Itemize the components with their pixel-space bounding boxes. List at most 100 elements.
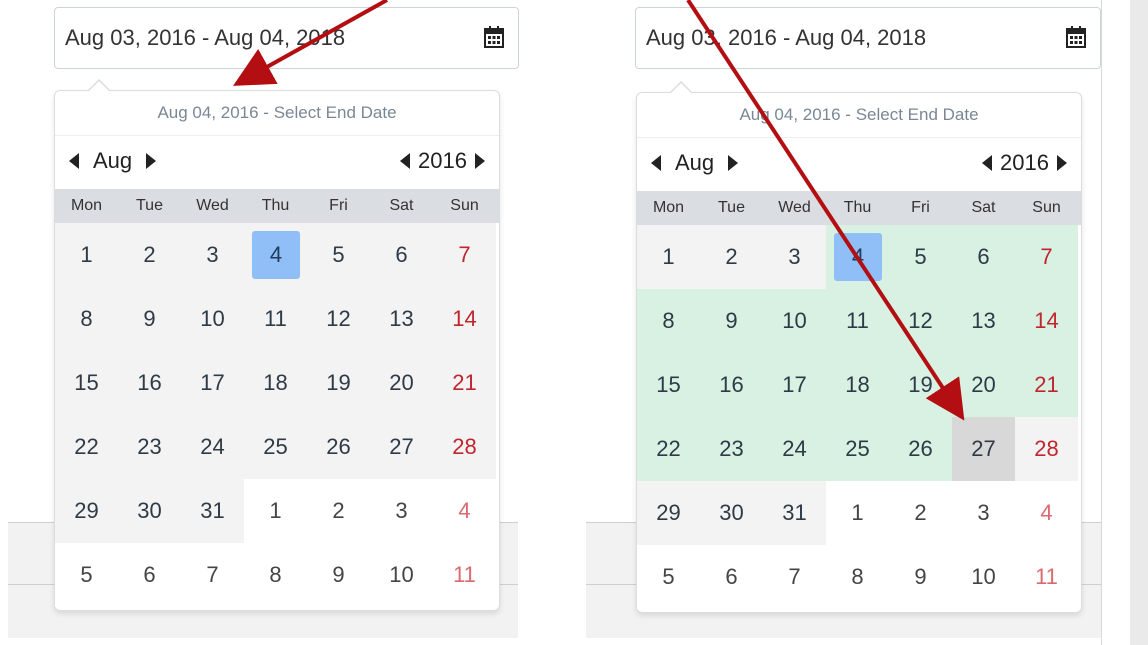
day-cell[interactable]: 27 (370, 415, 433, 479)
day-cell[interactable]: 5 (307, 223, 370, 287)
day-cell[interactable]: 3 (952, 481, 1015, 545)
day-cell[interactable]: 28 (433, 415, 496, 479)
day-cell[interactable]: 1 (637, 225, 700, 289)
day-cell[interactable]: 23 (118, 415, 181, 479)
scrollbar-track[interactable] (1130, 0, 1148, 645)
day-cell[interactable]: 10 (370, 543, 433, 607)
day-cell[interactable]: 14 (433, 287, 496, 351)
day-cell[interactable]: 9 (307, 543, 370, 607)
day-cell[interactable]: 6 (700, 545, 763, 609)
day-cell[interactable]: 19 (307, 351, 370, 415)
day-cell[interactable]: 5 (889, 225, 952, 289)
day-cell[interactable]: 19 (889, 353, 952, 417)
day-cell[interactable]: 26 (889, 417, 952, 481)
date-range-field-left[interactable] (65, 8, 465, 68)
day-cell[interactable]: 13 (370, 287, 433, 351)
day-cell[interactable]: 9 (889, 545, 952, 609)
selected-start-day[interactable]: 4 (834, 233, 882, 281)
day-cell[interactable]: 1 (244, 479, 307, 543)
day-cell[interactable]: 24 (181, 415, 244, 479)
next-month-arrow-icon[interactable] (728, 155, 739, 171)
day-cell[interactable]: 3 (181, 223, 244, 287)
day-cell[interactable]: 7 (433, 223, 496, 287)
day-cell[interactable]: 18 (244, 351, 307, 415)
day-cell[interactable]: 15 (55, 351, 118, 415)
year-label[interactable]: 2016 (1000, 143, 1049, 183)
day-cell[interactable]: 1 (55, 223, 118, 287)
day-cell[interactable]: 23 (700, 417, 763, 481)
day-cell[interactable]: 30 (118, 479, 181, 543)
day-cell[interactable]: 6 (952, 225, 1015, 289)
day-cell[interactable]: 11 (433, 543, 496, 607)
next-month-arrow-icon[interactable] (146, 153, 157, 169)
day-cell[interactable]: 4 (433, 479, 496, 543)
day-cell[interactable]: 11 (826, 289, 889, 353)
day-cell[interactable]: 11 (244, 287, 307, 351)
day-cell[interactable]: 4 (1015, 481, 1078, 545)
prev-month-arrow-icon[interactable] (651, 155, 661, 171)
day-cell[interactable]: 25 (244, 415, 307, 479)
day-cell[interactable]: 25 (826, 417, 889, 481)
date-range-input-left[interactable] (54, 7, 519, 69)
day-cell[interactable]: 24 (763, 417, 826, 481)
day-cell[interactable]: 6 (118, 543, 181, 607)
day-cell[interactable]: 7 (181, 543, 244, 607)
day-cell[interactable]: 28 (1015, 417, 1078, 481)
day-cell[interactable]: 31 (181, 479, 244, 543)
day-cell[interactable]: 21 (1015, 353, 1078, 417)
day-cell[interactable]: 9 (118, 287, 181, 351)
prev-year-arrow-icon[interactable] (982, 155, 993, 171)
date-range-input-right[interactable] (635, 7, 1101, 69)
day-cell[interactable]: 16 (700, 353, 763, 417)
day-cell[interactable]: 22 (55, 415, 118, 479)
month-label[interactable]: Aug (675, 143, 714, 183)
day-cell[interactable]: 29 (55, 479, 118, 543)
day-cell[interactable]: 3 (763, 225, 826, 289)
day-cell[interactable]: 9 (700, 289, 763, 353)
calendar-icon[interactable] (1066, 26, 1086, 48)
day-cell[interactable]: 4 (244, 223, 307, 287)
day-cell[interactable]: 7 (1015, 225, 1078, 289)
day-cell[interactable]: 10 (952, 545, 1015, 609)
day-cell[interactable]: 10 (763, 289, 826, 353)
day-cell[interactable]: 2 (307, 479, 370, 543)
day-cell[interactable]: 26 (307, 415, 370, 479)
day-cell[interactable]: 1 (826, 481, 889, 545)
day-cell[interactable]: 4 (826, 225, 889, 289)
day-cell[interactable]: 16 (118, 351, 181, 415)
prev-year-arrow-icon[interactable] (400, 153, 411, 169)
day-cell[interactable]: 14 (1015, 289, 1078, 353)
next-year-arrow-icon[interactable] (1057, 155, 1067, 171)
day-cell[interactable]: 3 (370, 479, 433, 543)
day-cell[interactable]: 8 (55, 287, 118, 351)
day-cell[interactable]: 2 (700, 225, 763, 289)
day-cell[interactable]: 5 (637, 545, 700, 609)
month-label[interactable]: Aug (93, 141, 132, 181)
day-cell[interactable]: 22 (637, 417, 700, 481)
day-cell[interactable]: 21 (433, 351, 496, 415)
prev-month-arrow-icon[interactable] (69, 153, 79, 169)
day-cell[interactable]: 17 (181, 351, 244, 415)
day-cell[interactable]: 8 (826, 545, 889, 609)
day-cell[interactable]: 11 (1015, 545, 1078, 609)
day-cell[interactable]: 29 (637, 481, 700, 545)
day-cell[interactable]: 5 (55, 543, 118, 607)
day-cell[interactable]: 27 (952, 417, 1015, 481)
day-cell[interactable]: 13 (952, 289, 1015, 353)
selected-start-day[interactable]: 4 (252, 231, 300, 279)
day-cell[interactable]: 20 (952, 353, 1015, 417)
next-year-arrow-icon[interactable] (475, 153, 485, 169)
year-label[interactable]: 2016 (418, 141, 467, 181)
day-cell[interactable]: 30 (700, 481, 763, 545)
day-cell[interactable]: 2 (118, 223, 181, 287)
day-cell[interactable]: 31 (763, 481, 826, 545)
day-cell[interactable]: 8 (244, 543, 307, 607)
day-cell[interactable]: 8 (637, 289, 700, 353)
calendar-icon[interactable] (484, 26, 504, 48)
day-cell[interactable]: 2 (889, 481, 952, 545)
day-cell[interactable]: 10 (181, 287, 244, 351)
day-cell[interactable]: 6 (370, 223, 433, 287)
day-cell[interactable]: 12 (889, 289, 952, 353)
date-range-field-right[interactable] (646, 8, 1046, 68)
day-cell[interactable]: 7 (763, 545, 826, 609)
